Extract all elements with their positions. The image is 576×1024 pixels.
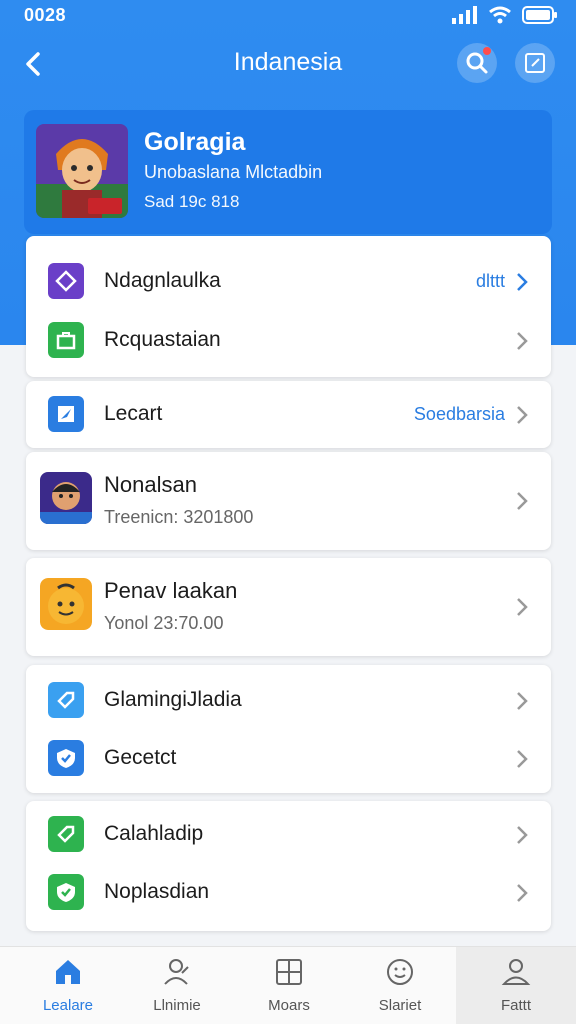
briefcase-icon (48, 322, 84, 358)
item-label: GlamingiJladia (104, 688, 242, 711)
list-item[interactable]: Rcquastaian (26, 311, 551, 369)
person-icon (501, 959, 531, 985)
list-item[interactable]: Penav laakan Yonol 23:70.00 (26, 578, 551, 636)
wifi-icon (489, 6, 511, 24)
profile-subtitle: Unobaslana Mlctadbin (144, 162, 323, 182)
settings-group-1: Ndagnlaulka dlttt Rcquastaian (26, 236, 551, 377)
list-item[interactable]: Gecetct (26, 729, 551, 787)
grid-icon (276, 959, 302, 985)
chevron-right-icon (517, 332, 528, 350)
chevron-right-icon (517, 598, 528, 616)
item-label: Rcquastaian (104, 328, 221, 351)
settings-group-5: GlamingiJladia Gecetct (26, 665, 551, 793)
chevron-right-icon (517, 492, 528, 510)
status-time: 0028 (24, 5, 67, 25)
chevron-right-icon (517, 692, 528, 710)
ticket-icon (48, 816, 84, 852)
tab-profile[interactable]: Llnimie (128, 947, 226, 1024)
tab-label: Slariet (378, 997, 422, 1014)
chevron-right-icon (517, 750, 528, 768)
settings-group-3: Nonalsan Treenicn: 3201800 (26, 452, 551, 550)
list-item[interactable]: Lecart Soedbarsia (26, 385, 551, 443)
item-subtitle: Treenicn: 3201800 (104, 507, 254, 527)
game-avatar-icon (40, 472, 92, 524)
list-item[interactable]: Nonalsan Treenicn: 3201800 (26, 472, 551, 530)
item-label: Penav laakan (104, 578, 238, 603)
diamond-icon (48, 263, 84, 299)
signal-icon (452, 6, 477, 24)
item-label: Nonalsan (104, 472, 197, 497)
notification-dot (483, 47, 491, 55)
list-item[interactable]: Calahladip (26, 805, 551, 863)
smiley-avatar-icon (40, 578, 92, 630)
tab-label: Moars (268, 997, 310, 1014)
settings-group-2: Lecart Soedbarsia (26, 381, 551, 448)
search-button[interactable] (457, 43, 497, 83)
edit-button[interactable] (515, 43, 555, 83)
item-label: Gecetct (104, 746, 177, 769)
profile-card[interactable]: Golragia Unobaslana Mlctadbin Sad 19c 81… (24, 110, 552, 234)
smile-icon (387, 959, 413, 985)
item-value: dlttt (475, 271, 505, 291)
chevron-right-icon (517, 884, 528, 902)
tab-label: Fattt (500, 997, 531, 1014)
list-item[interactable]: GlamingiJladia (26, 671, 551, 729)
user-edit-icon (164, 959, 189, 985)
item-label: Ndagnlaulka (104, 269, 221, 292)
nav-bar: Indanesia (0, 38, 576, 90)
settings-group-4: Penav laakan Yonol 23:70.00 (26, 558, 551, 656)
chevron-right-icon (517, 826, 528, 844)
tab-more[interactable]: Moars (240, 947, 338, 1024)
profile-meta: Sad 19c 818 (144, 192, 240, 211)
tag-icon (48, 682, 84, 718)
home-icon (56, 960, 80, 984)
profile-avatar (36, 124, 128, 218)
edit-icon (525, 53, 545, 73)
tab-home[interactable]: Lealare (19, 947, 117, 1024)
chevron-right-icon (517, 406, 528, 424)
shield-check-icon (48, 874, 84, 910)
settings-group-6: Calahladip Noplasdian (26, 801, 551, 931)
status-bar: 0028 (0, 0, 576, 32)
item-label: Noplasdian (104, 880, 210, 903)
bottom-tab-bar: Lealare Llnimie Moars Slariet Fattt (0, 946, 576, 1024)
battery-icon (522, 6, 557, 24)
tab-label: Llnimie (153, 997, 201, 1014)
item-value: Soedbarsia (413, 404, 505, 424)
item-label: Calahladip (104, 822, 204, 845)
compass-icon (48, 396, 84, 432)
item-subtitle: Yonol 23:70.00 (104, 613, 224, 633)
list-item[interactable]: Noplasdian (26, 863, 551, 921)
profile-name: Golragia (144, 128, 246, 156)
tab-account[interactable]: Fattt (456, 947, 576, 1024)
chevron-right-icon (517, 273, 528, 291)
tab-label: Lealare (42, 997, 94, 1014)
item-label: Lecart (104, 402, 163, 425)
shield-check-icon (48, 740, 84, 776)
tab-start[interactable]: Slariet (351, 947, 449, 1024)
list-item[interactable]: Ndagnlaulka dlttt (26, 252, 551, 310)
